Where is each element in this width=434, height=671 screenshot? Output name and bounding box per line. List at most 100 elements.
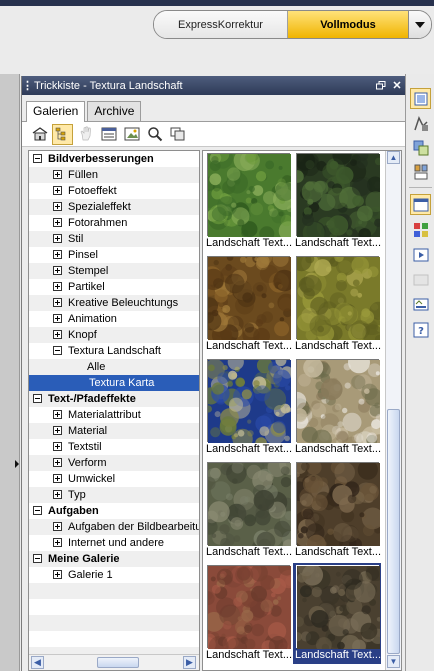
tree-item[interactable]: Typ bbox=[29, 487, 199, 503]
tab-archive[interactable]: Archive bbox=[87, 101, 142, 121]
texture-thumbnail[interactable]: Landschaft Text... bbox=[292, 559, 388, 664]
tree-item[interactable]: Alle bbox=[29, 359, 199, 375]
tree-item[interactable]: Knopf bbox=[29, 327, 199, 343]
tree-item[interactable]: Umwickel bbox=[29, 471, 199, 487]
texture-thumbnail[interactable]: Landschaft Text... bbox=[203, 353, 294, 458]
texture-thumbnail[interactable]: Landschaft Text... bbox=[289, 459, 384, 561]
expand-plus-icon[interactable] bbox=[53, 458, 62, 467]
tree-item[interactable]: Aufgaben bbox=[29, 503, 199, 519]
tree-view-icon[interactable] bbox=[52, 123, 73, 145]
texture-thumbnail[interactable]: Landschaft Text... bbox=[203, 250, 296, 355]
tree-item[interactable]: Animation bbox=[29, 311, 199, 327]
tool-i-icon[interactable] bbox=[410, 294, 431, 315]
tree-item[interactable]: Textura Landschaft bbox=[29, 343, 199, 359]
tool-e-icon[interactable] bbox=[410, 194, 431, 215]
tool-d-icon[interactable] bbox=[410, 161, 431, 182]
expand-plus-icon[interactable] bbox=[53, 170, 62, 179]
tree-item[interactable]: Füllen bbox=[29, 167, 199, 183]
panel-title-bar[interactable]: ⋮ Trickkiste - Textura Landschaft ✕ bbox=[22, 76, 406, 95]
tool-a-icon[interactable] bbox=[410, 88, 431, 109]
expand-plus-icon[interactable] bbox=[53, 330, 62, 339]
scroll-up-icon[interactable]: ▲ bbox=[387, 151, 400, 164]
search-icon[interactable] bbox=[144, 124, 165, 145]
texture-thumbnail[interactable]: Landschaft Text... bbox=[291, 248, 388, 355]
expand-plus-icon[interactable] bbox=[53, 474, 62, 483]
image-edit-icon[interactable] bbox=[121, 124, 142, 145]
tool-b-icon[interactable] bbox=[410, 113, 431, 134]
expand-plus-icon[interactable] bbox=[53, 282, 62, 291]
home-icon[interactable] bbox=[29, 124, 50, 145]
gallery-vertical-scrollbar[interactable]: ▲ ▼ bbox=[385, 151, 401, 670]
collapse-minus-icon[interactable] bbox=[33, 506, 42, 515]
close-icon[interactable]: ✕ bbox=[390, 78, 404, 92]
expand-plus-icon[interactable] bbox=[53, 442, 62, 451]
tool-g-icon[interactable] bbox=[410, 244, 431, 265]
collapse-minus-icon[interactable] bbox=[53, 346, 62, 355]
tree-scroll-thumb[interactable] bbox=[97, 657, 139, 668]
collapse-minus-icon[interactable] bbox=[33, 394, 42, 403]
texture-thumbnail[interactable]: Landschaft Text... bbox=[203, 453, 301, 561]
tree-horizontal-scrollbar[interactable]: ◀ ▶ bbox=[29, 654, 199, 670]
tree-item[interactable]: Materialattribut bbox=[29, 407, 199, 423]
hand-icon[interactable] bbox=[75, 124, 96, 145]
expand-plus-icon[interactable] bbox=[53, 490, 62, 499]
tree-item[interactable]: Internet und andere bbox=[29, 535, 199, 551]
expand-plus-icon[interactable] bbox=[53, 314, 62, 323]
thumbnail-caption: Landschaft Text... bbox=[295, 649, 381, 661]
expand-plus-icon[interactable] bbox=[53, 538, 62, 547]
tree-item[interactable]: Text-/Pfadeffekte bbox=[29, 391, 199, 407]
expand-plus-icon[interactable] bbox=[53, 266, 62, 275]
tree-item[interactable]: Pinsel bbox=[29, 247, 199, 263]
scroll-left-icon[interactable]: ◀ bbox=[31, 656, 44, 669]
collapse-arrow-icon[interactable] bbox=[15, 460, 19, 468]
tool-f-icon[interactable] bbox=[410, 219, 431, 240]
texture-thumbnail[interactable]: Landschaft Text... bbox=[290, 151, 386, 252]
texture-thumbnail[interactable]: Landschaft Text... bbox=[288, 351, 387, 458]
tree-item[interactable]: Partikel bbox=[29, 279, 199, 295]
window-top-strip bbox=[0, 0, 434, 6]
gallery-scroll-thumb[interactable] bbox=[387, 409, 400, 654]
expand-plus-icon[interactable] bbox=[53, 250, 62, 259]
tree-item[interactable]: Aufgaben der Bildbearbeitu bbox=[29, 519, 199, 535]
tree-item[interactable]: Fotorahmen bbox=[29, 215, 199, 231]
help-icon[interactable]: ? bbox=[410, 319, 431, 340]
tree-item[interactable]: Bildverbesserungen bbox=[29, 151, 199, 167]
tree-item[interactable]: Textura Karta bbox=[29, 375, 199, 391]
texture-thumbnail[interactable]: Landschaft Text... bbox=[203, 558, 298, 664]
expand-plus-icon[interactable] bbox=[53, 234, 62, 243]
thumbnail-caption: Landschaft Text... bbox=[206, 649, 292, 661]
copy-icon[interactable] bbox=[167, 124, 188, 145]
tree-item[interactable]: Meine Galerie bbox=[29, 551, 199, 567]
expand-plus-icon[interactable] bbox=[53, 186, 62, 195]
tree-item[interactable]: Verform bbox=[29, 455, 199, 471]
mode-dropdown-button[interactable] bbox=[409, 11, 431, 38]
tree-item[interactable]: Spezialeffekt bbox=[29, 199, 199, 215]
expand-plus-icon[interactable] bbox=[53, 410, 62, 419]
grip-icon[interactable]: ⋮ bbox=[22, 79, 33, 92]
express-mode-button[interactable]: ExpressKorrektur bbox=[154, 11, 288, 38]
expand-plus-icon[interactable] bbox=[53, 522, 62, 531]
restore-icon[interactable] bbox=[374, 78, 388, 92]
tool-h-icon[interactable] bbox=[410, 269, 431, 290]
tree-item[interactable]: Kreative Beleuchtungs bbox=[29, 295, 199, 311]
tree-item[interactable]: Stempel bbox=[29, 263, 199, 279]
tree-item[interactable]: Fotoeffekt bbox=[29, 183, 199, 199]
expand-plus-icon[interactable] bbox=[53, 298, 62, 307]
tree-item[interactable]: Textstil bbox=[29, 439, 199, 455]
expand-plus-icon[interactable] bbox=[53, 426, 62, 435]
expand-plus-icon[interactable] bbox=[53, 218, 62, 227]
expand-plus-icon[interactable] bbox=[53, 570, 62, 579]
tree-item[interactable]: Material bbox=[29, 423, 199, 439]
texture-thumbnail[interactable]: Landschaft Text... bbox=[203, 151, 301, 252]
collapse-minus-icon[interactable] bbox=[33, 154, 42, 163]
scroll-right-icon[interactable]: ▶ bbox=[183, 656, 196, 669]
tree-item[interactable]: Galerie 1 bbox=[29, 567, 199, 583]
tree-item[interactable]: Stil bbox=[29, 231, 199, 247]
full-mode-button[interactable]: Vollmodus bbox=[288, 11, 409, 38]
list-icon[interactable] bbox=[98, 124, 119, 145]
scroll-down-icon[interactable]: ▼ bbox=[387, 655, 400, 668]
tab-galerien[interactable]: Galerien bbox=[26, 101, 86, 122]
expand-plus-icon[interactable] bbox=[53, 202, 62, 211]
tool-c-icon[interactable] bbox=[410, 137, 431, 158]
collapse-minus-icon[interactable] bbox=[33, 554, 42, 563]
